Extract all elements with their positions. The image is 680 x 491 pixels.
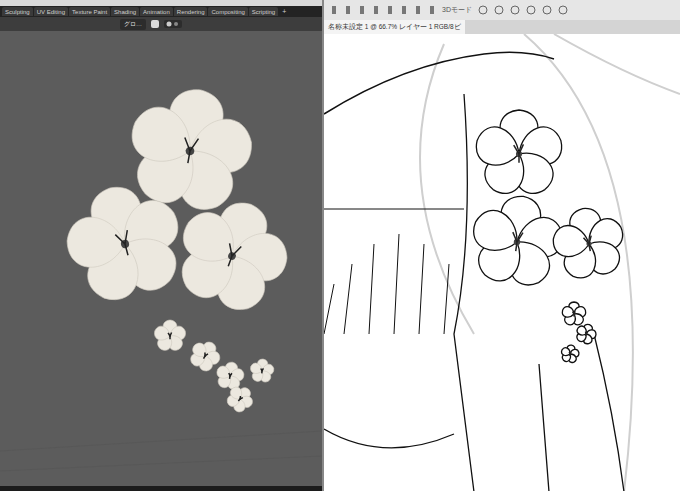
flower-sketch	[471, 110, 566, 201]
flower-render	[153, 320, 188, 353]
flower-render	[156, 184, 307, 331]
mode-label[interactable]: 3Dモード	[442, 5, 472, 16]
flower-render	[220, 380, 259, 419]
flower-sketch	[572, 321, 599, 348]
toolbar: 3Dモード	[324, 0, 680, 20]
camera-icon[interactable]	[510, 5, 520, 15]
workspace-tab[interactable]: Scripting	[249, 7, 278, 16]
tool-icon[interactable]	[428, 5, 436, 15]
clip-studio-window: 3Dモード名称未設定 1 @ 66.7% レイヤー 1 RGB/8ビ	[324, 0, 680, 491]
workspace-tab[interactable]: UV Editing	[34, 7, 68, 16]
workspace-tab[interactable]: Rendering	[174, 7, 208, 16]
blender-window: SculptingUV EditingTexture PaintShadingA…	[0, 0, 322, 491]
line-art-drawing	[324, 34, 680, 491]
proportional-icon[interactable]	[164, 19, 182, 29]
camera-icon[interactable]	[558, 5, 568, 15]
camera-icon[interactable]	[542, 5, 552, 15]
viewport[interactable]	[0, 31, 322, 486]
workspace-tab[interactable]: Shading	[111, 7, 139, 16]
workspace-tab[interactable]: Animation	[140, 7, 173, 16]
flower-sketch	[561, 302, 587, 327]
flower-sketch	[559, 343, 581, 365]
flower-render	[248, 358, 276, 385]
orientation-dropdown[interactable]: グロ…	[120, 19, 146, 30]
document-tab-bar: 名称未設定 1 @ 66.7% レイヤー 1 RGB/8ビ	[324, 20, 680, 34]
tool-icon[interactable]	[358, 5, 366, 15]
tool-icon[interactable]	[344, 5, 352, 15]
document-tab[interactable]: 名称未設定 1 @ 66.7% レイヤー 1 RGB/8ビ	[324, 20, 465, 34]
add-tab-button[interactable]: +	[279, 7, 289, 16]
camera-icon[interactable]	[494, 5, 504, 15]
tool-icon[interactable]	[386, 5, 394, 15]
tool-icon[interactable]	[414, 5, 422, 15]
snap-icon[interactable]	[150, 19, 160, 29]
desktop: SculptingUV EditingTexture PaintShadingA…	[0, 0, 680, 491]
tool-icon[interactable]	[372, 5, 380, 15]
flower-render-drawing	[0, 31, 322, 486]
canvas[interactable]	[324, 34, 680, 491]
flower-render	[49, 172, 201, 320]
workspace-tab[interactable]: Sculpting	[2, 7, 33, 16]
flower-sketch	[544, 202, 634, 289]
tool-icon[interactable]	[400, 5, 408, 15]
camera-icon[interactable]	[526, 5, 536, 15]
workspace-tab[interactable]: Compositing	[208, 7, 247, 16]
workspace-tab[interactable]: Texture Paint	[69, 7, 110, 16]
workspace-tabs: SculptingUV EditingTexture PaintShadingA…	[0, 6, 322, 17]
tool-icon[interactable]	[330, 5, 338, 15]
status-bar	[0, 486, 322, 491]
viewport-header: グロ…	[0, 17, 322, 31]
camera-icon[interactable]	[478, 5, 488, 15]
